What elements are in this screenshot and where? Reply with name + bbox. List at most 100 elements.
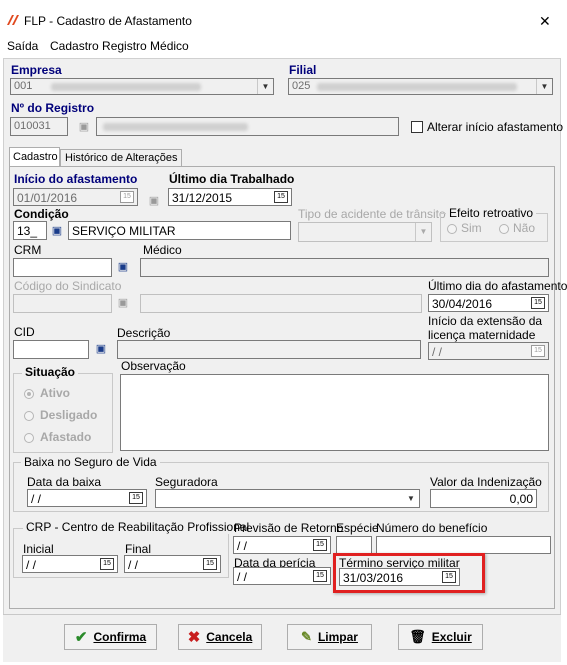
sindicato-desc-field: [140, 294, 422, 313]
situacao-label: Situação: [22, 365, 79, 379]
ultimo-trab-date-field[interactable]: 31/12/2015 15: [168, 188, 292, 206]
limpar-button[interactable]: ✎ Limpar: [287, 624, 372, 650]
numero-beneficio-field[interactable]: [376, 536, 551, 554]
sindicato-label: Código do Sindicato: [14, 279, 122, 293]
seguradora-label: Seguradora: [155, 475, 218, 489]
calendar-icon[interactable]: 15: [313, 539, 327, 551]
situacao-afastado-label: Afastado: [40, 430, 92, 444]
alterar-inicio-label: Alterar início afastamento: [427, 120, 564, 134]
filial-code: 025: [292, 80, 311, 92]
crp-inicial-field[interactable]: / / 15: [22, 555, 118, 573]
calendar-icon[interactable]: 15: [442, 571, 456, 583]
efeito-nao-radio[interactable]: [499, 224, 509, 234]
seguradora-select[interactable]: ▼: [155, 489, 420, 508]
descricao-label: Descrição: [117, 326, 171, 340]
inicio-date-field[interactable]: 01/01/2016 15: [13, 188, 138, 206]
tab-cadastro[interactable]: Cadastro: [9, 147, 60, 167]
search-binoculars-icon[interactable]: ▣: [92, 340, 110, 358]
window-title: FLP - Cadastro de Afastamento: [24, 14, 192, 28]
sindicato-field[interactable]: [13, 294, 112, 313]
registro-field[interactable]: 010031: [10, 117, 68, 136]
confirma-button[interactable]: ✔ Confirma: [64, 624, 157, 650]
filial-select[interactable]: 025 ▼: [288, 78, 553, 95]
inicio-ext-label-2: licença maternidade: [428, 328, 536, 342]
situacao-ativo-label: Ativo: [40, 386, 70, 400]
situacao-desligado-label: Desligado: [40, 408, 98, 422]
efeito-label: Efeito retroativo: [446, 206, 537, 220]
filial-label: Filial: [289, 63, 317, 77]
calendar-icon[interactable]: 15: [100, 558, 114, 570]
condicao-code-field[interactable]: 13_: [13, 221, 47, 240]
registro-label: Nº do Registro: [11, 101, 95, 115]
trash-icon: 🗑: [409, 629, 426, 644]
search-binoculars-icon[interactable]: ▣: [114, 294, 132, 312]
crp-label: CRP - Centro de Reabilitação Profissiona…: [23, 520, 253, 534]
ultimo-trab-label: Último dia Trabalhado: [169, 172, 295, 186]
previsao-field[interactable]: / / 15: [233, 536, 331, 554]
crm-field[interactable]: [13, 258, 112, 277]
baixa-label: Baixa no Seguro de Vida: [21, 455, 160, 469]
tab-historico[interactable]: Histórico de Alterações: [60, 149, 182, 167]
calendar-icon[interactable]: 15: [531, 345, 545, 357]
close-icon[interactable]: ✕: [539, 13, 551, 30]
data-baixa-field[interactable]: / / 15: [27, 489, 147, 507]
calendar-icon[interactable]: 15: [203, 558, 217, 570]
calendar-icon[interactable]: 15: [313, 570, 327, 582]
situacao-ativo-radio[interactable]: [24, 389, 34, 399]
tipo-acidente-select[interactable]: ▼: [298, 222, 432, 242]
excluir-button[interactable]: 🗑 Excluir: [398, 624, 483, 650]
app-logo-icon: [7, 15, 19, 25]
especie-field[interactable]: [336, 536, 372, 554]
calendar-icon[interactable]: 15: [531, 297, 545, 309]
title-bar: FLP - Cadastro de Afastamento ✕: [0, 0, 567, 38]
search-binoculars-icon[interactable]: ▣: [145, 192, 163, 210]
numero-beneficio-label: Número do benefício: [376, 521, 488, 535]
empresa-select[interactable]: 001 ▼: [10, 78, 274, 95]
cancela-button[interactable]: ✖ Cancela: [178, 624, 262, 650]
inicio-label: Início do afastamento: [14, 172, 138, 186]
inicio-ext-date-field[interactable]: / / 15: [428, 342, 549, 360]
data-baixa-label: Data da baixa: [27, 475, 102, 489]
menu-item-saida[interactable]: Saída: [7, 39, 38, 53]
tipo-acidente-label: Tipo de acidente de trânsito: [298, 207, 446, 221]
condicao-label: Condição: [14, 207, 69, 221]
crp-inicial-label: Inicial: [23, 542, 54, 556]
crm-label: CRM: [14, 243, 42, 257]
medico-label: Médico: [143, 243, 182, 257]
checkmark-icon: ✔: [74, 629, 88, 646]
search-binoculars-icon[interactable]: ▣: [48, 222, 66, 240]
termino-militar-field[interactable]: 31/03/2016 15: [339, 568, 460, 586]
alterar-inicio-checkbox[interactable]: [411, 121, 423, 133]
efeito-nao-label: Não: [513, 221, 536, 235]
broom-icon: ✎: [301, 629, 312, 644]
situacao-afastado-radio[interactable]: [24, 433, 34, 443]
crp-final-label: Final: [125, 542, 152, 556]
search-binoculars-icon[interactable]: ▣: [75, 118, 93, 136]
efeito-sim-radio[interactable]: [447, 224, 457, 234]
empresa-code: 001: [14, 80, 33, 92]
ultimo-afast-label: Último dia do afastamento: [428, 279, 567, 293]
chevron-down-icon: ▼: [415, 223, 431, 241]
observacao-label: Observação: [121, 359, 186, 373]
search-binoculars-icon[interactable]: ▣: [114, 258, 132, 276]
ultimo-afast-date-field[interactable]: 30/04/2016 15: [428, 294, 549, 312]
chevron-down-icon: ▼: [403, 490, 419, 507]
especie-label: Espécie: [336, 521, 379, 535]
valor-indenizacao-field[interactable]: 0,00: [430, 489, 537, 508]
cid-field[interactable]: [13, 340, 89, 359]
inicio-ext-label-1: Início da extensão da: [428, 314, 543, 328]
calendar-icon[interactable]: 15: [274, 191, 288, 203]
observacao-textarea[interactable]: [120, 374, 549, 451]
x-cancel-icon: ✖: [187, 629, 201, 646]
registro-nome-field: [96, 117, 399, 136]
efeito-sim-label: Sim: [461, 221, 482, 235]
crp-final-field[interactable]: / / 15: [124, 555, 221, 573]
chevron-down-icon: ▼: [257, 79, 273, 94]
calendar-icon[interactable]: 15: [129, 492, 143, 504]
previsao-label: Previsão de Retorno: [234, 521, 344, 535]
situacao-desligado-radio[interactable]: [24, 411, 34, 421]
empresa-label: Empresa: [11, 63, 62, 77]
menu-item-cadastro-registro-medico[interactable]: Cadastro Registro Médico: [50, 39, 189, 53]
calendar-icon[interactable]: 15: [120, 191, 134, 203]
data-pericia-field[interactable]: / / 15: [233, 567, 331, 585]
